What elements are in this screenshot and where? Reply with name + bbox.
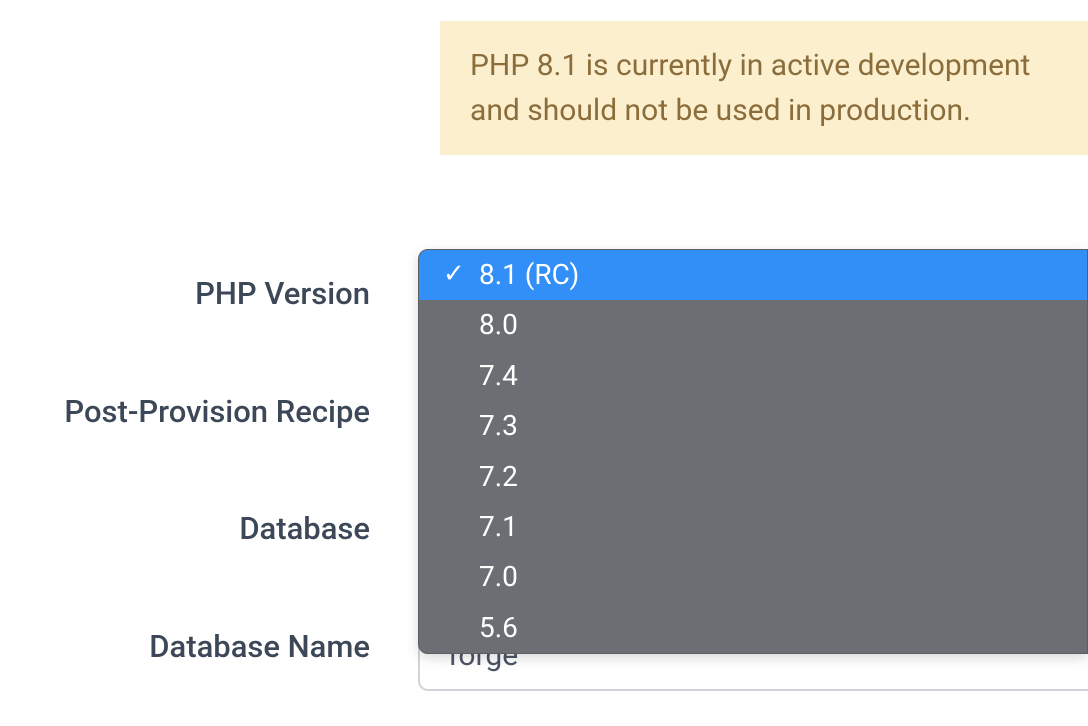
php-version-label: PHP Version [0,275,405,312]
database-name-label: Database Name [0,628,405,665]
dropdown-option[interactable]: 8.1 (RC) [419,250,1087,300]
dropdown-option[interactable]: 8.0 [419,300,1087,350]
dropdown-option[interactable]: 7.2 [419,452,1087,502]
dropdown-option[interactable]: 7.4 [419,351,1087,401]
php-warning-banner: PHP 8.1 is currently in active developme… [440,21,1088,155]
database-label: Database [0,510,405,547]
dropdown-option[interactable]: 7.1 [419,502,1087,552]
php-version-dropdown[interactable]: 8.1 (RC) 8.0 7.4 7.3 7.2 7.1 7.0 5.6 [418,249,1088,654]
post-provision-label: Post-Provision Recipe [0,393,405,430]
dropdown-option[interactable]: 5.6 [419,603,1087,653]
dropdown-option[interactable]: 7.3 [419,401,1087,451]
warning-text: PHP 8.1 is currently in active developme… [470,48,1030,128]
dropdown-option[interactable]: 7.0 [419,552,1087,602]
